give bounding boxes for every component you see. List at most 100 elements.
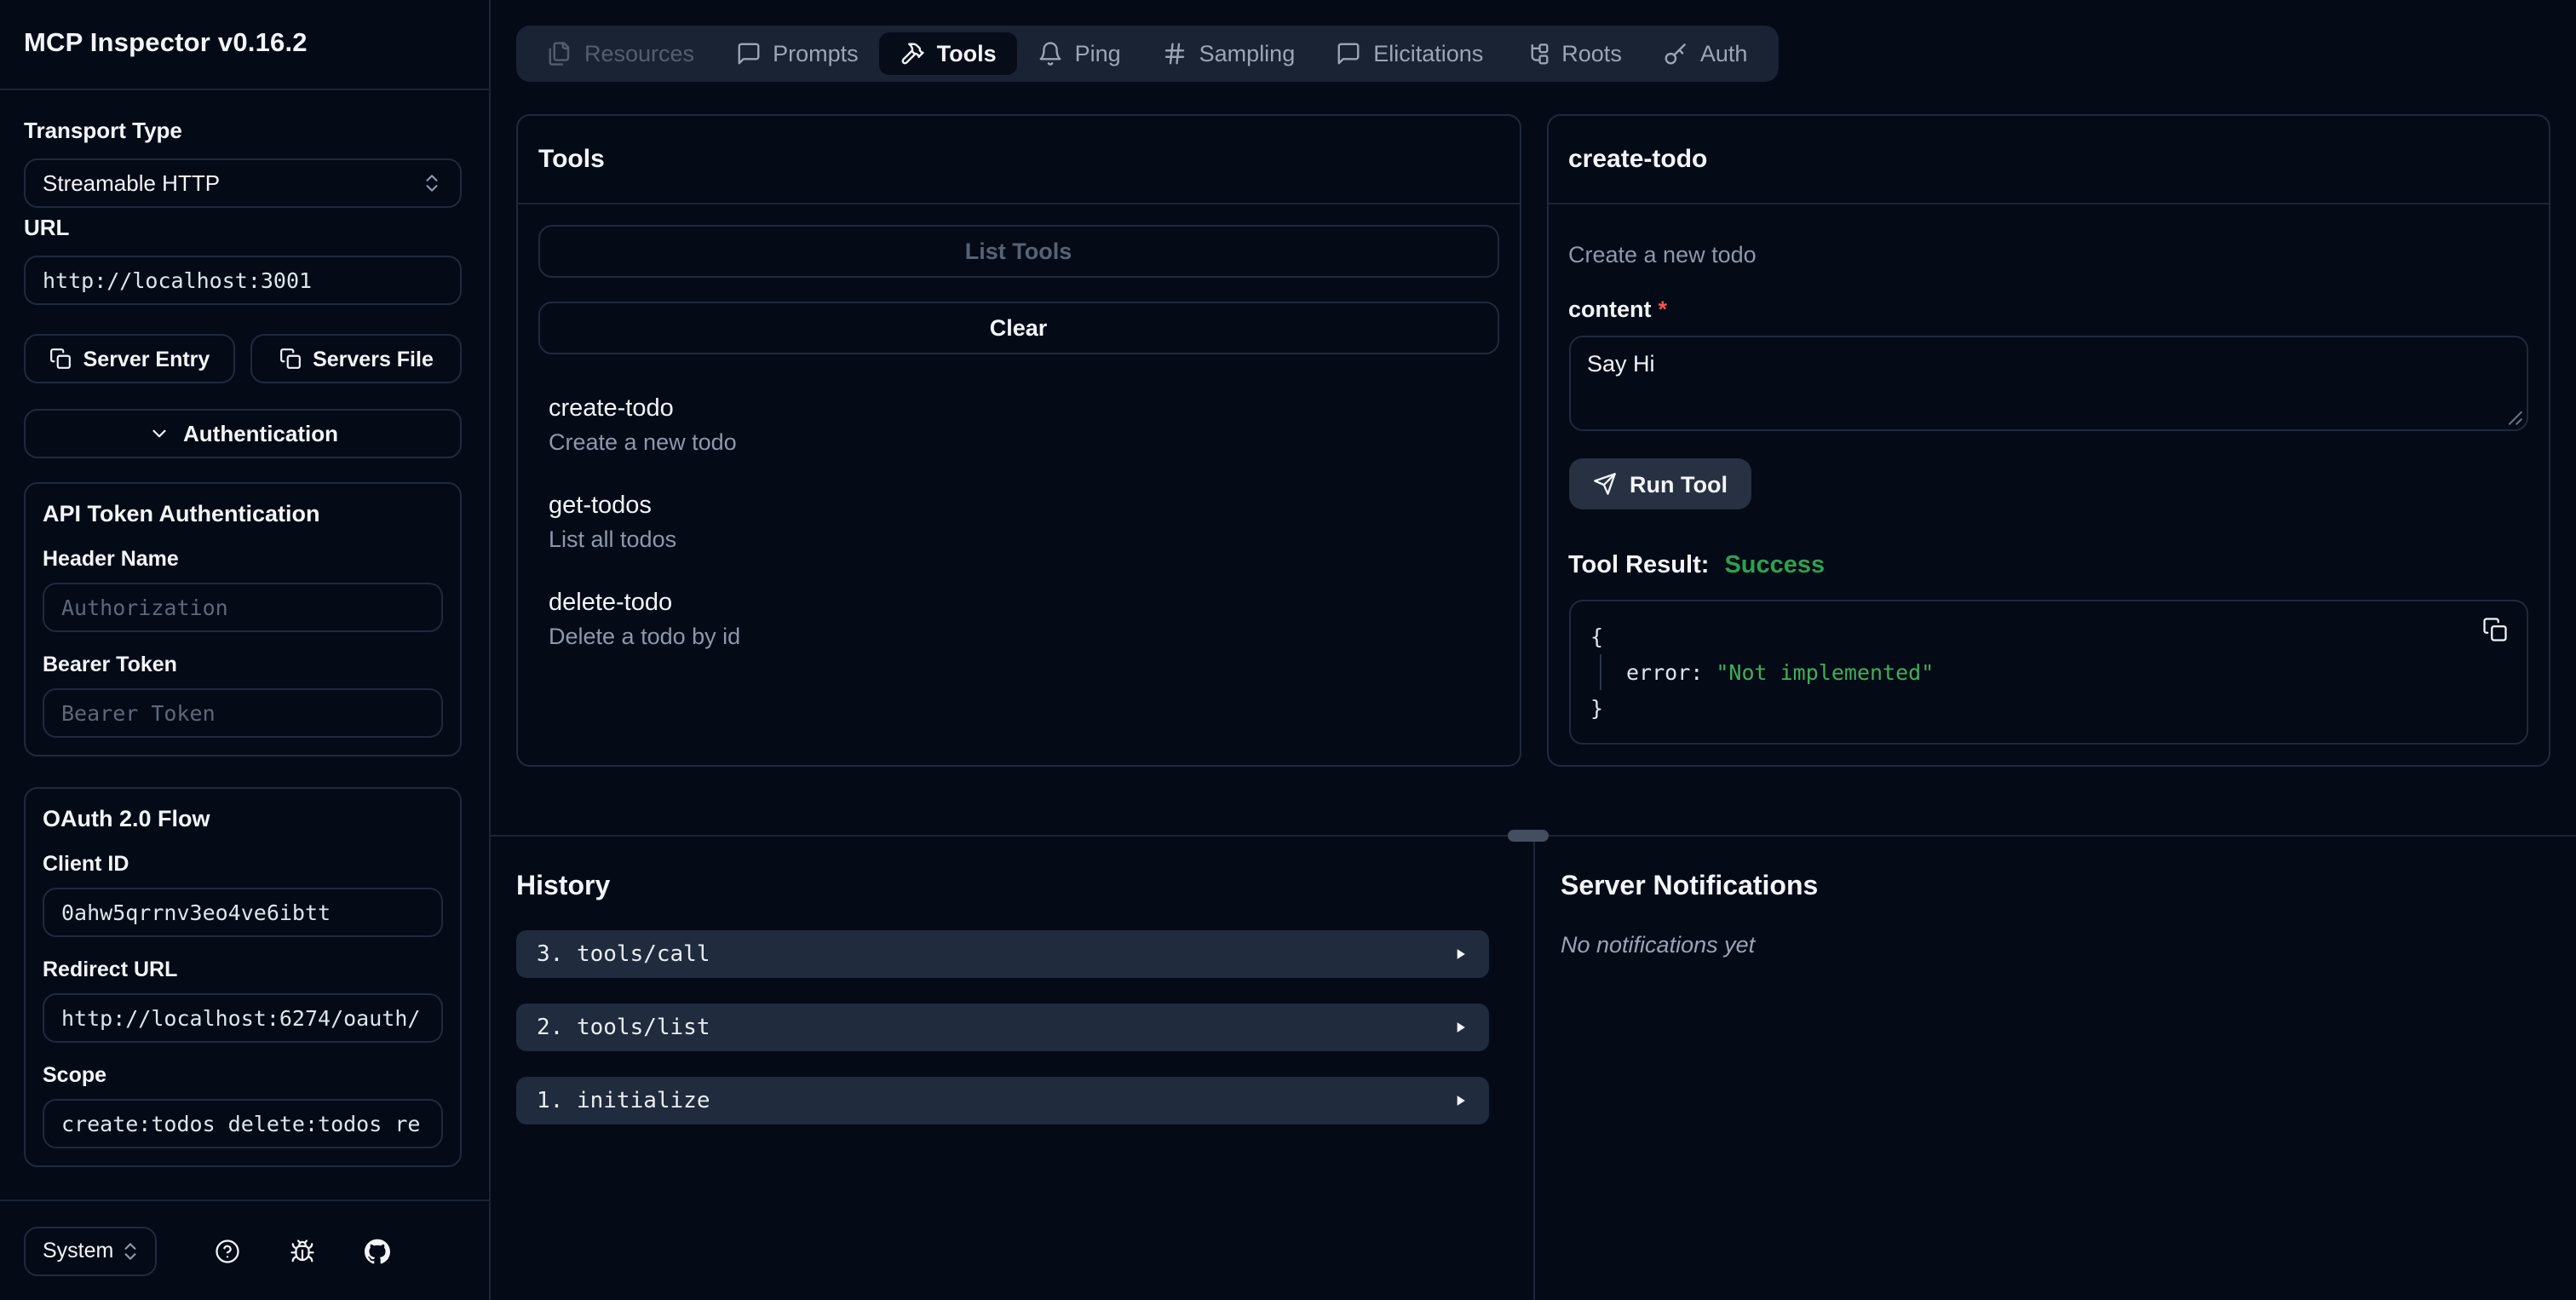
servers-file-label: Servers File bbox=[313, 347, 434, 371]
tools-panel: Tools List Tools Clear create-todo Creat… bbox=[516, 114, 1521, 767]
transport-type-value: Streamable HTTP bbox=[43, 170, 221, 196]
content-label-text: content bbox=[1568, 296, 1652, 322]
servers-file-button[interactable]: Servers File bbox=[250, 334, 462, 383]
tab-resources[interactable]: Resources bbox=[526, 32, 715, 75]
theme-select[interactable]: System bbox=[24, 1226, 157, 1275]
message-square-icon bbox=[737, 43, 759, 65]
expand-play-icon bbox=[1457, 1096, 1465, 1106]
copy-result-button[interactable] bbox=[2482, 617, 2508, 642]
server-notifications-title: Server Notifications bbox=[1561, 872, 1819, 901]
sidebar-header: MCP Inspector v0.16.2 bbox=[0, 0, 489, 90]
list-tools-button[interactable]: List Tools bbox=[538, 225, 1498, 278]
main-area: Resources Prompts Tools Ping Sampling El… bbox=[491, 0, 2576, 1300]
tree-icon bbox=[1530, 43, 1548, 65]
tab-row: Resources Prompts Tools Ping Sampling El… bbox=[491, 0, 2576, 82]
history-title: History bbox=[516, 872, 611, 901]
tool-name: create-todo bbox=[549, 395, 674, 423]
client-id-label: Client ID bbox=[43, 852, 129, 876]
tools-panel-body: List Tools Clear create-todo Create a ne… bbox=[518, 204, 1519, 765]
chevron-down-icon bbox=[152, 429, 165, 438]
splitter-drag-handle[interactable] bbox=[1508, 830, 1549, 842]
history-entry[interactable]: 2. tools/list bbox=[516, 1004, 1489, 1051]
panels-row: Tools List Tools Clear create-todo Creat… bbox=[491, 82, 2576, 767]
tabbar: Resources Prompts Tools Ping Sampling El… bbox=[516, 26, 1779, 82]
redirect-url-input[interactable] bbox=[43, 993, 443, 1043]
history-entry[interactable]: 3. tools/call bbox=[516, 930, 1489, 978]
chevrons-up-down-icon bbox=[426, 175, 438, 192]
content-field-label: content * bbox=[1568, 296, 2528, 322]
api-token-card: API Token Authentication Header Name Bea… bbox=[24, 482, 462, 756]
transport-type-select[interactable]: Streamable HTTP bbox=[24, 158, 462, 208]
history-pane: History 3. tools/call 2. tools/list 1. i… bbox=[491, 837, 1533, 1300]
clear-button[interactable]: Clear bbox=[538, 302, 1498, 354]
server-entry-label: Server Entry bbox=[83, 347, 210, 371]
mcp-inspector-app: MCP Inspector v0.16.2 Transport Type Str… bbox=[0, 0, 2576, 1300]
tool-detail-description: Create a new todo bbox=[1568, 242, 1757, 267]
help-button[interactable] bbox=[215, 1238, 240, 1263]
tab-elicitations[interactable]: Elicitations bbox=[1315, 32, 1504, 75]
copy-icon bbox=[279, 348, 301, 369]
history-list: 3. tools/call 2. tools/list 1. initializ… bbox=[516, 930, 1489, 1125]
tab-prompts[interactable]: Prompts bbox=[715, 32, 879, 75]
copy-icon bbox=[49, 348, 71, 369]
bug-icon bbox=[290, 1239, 314, 1262]
send-icon bbox=[1593, 473, 1615, 495]
horizontal-splitter bbox=[491, 830, 2576, 842]
history-entry[interactable]: 1. initialize bbox=[516, 1077, 1489, 1125]
expand-play-icon bbox=[1457, 1022, 1465, 1033]
tool-list: create-todo Create a new todo get-todos … bbox=[538, 395, 1498, 649]
client-id-input[interactable] bbox=[43, 888, 443, 937]
api-token-heading: API Token Authentication bbox=[43, 501, 320, 526]
tool-description: List all todos bbox=[549, 526, 677, 552]
notifications-empty-text: No notifications yet bbox=[1561, 932, 1756, 958]
scope-input[interactable] bbox=[43, 1099, 443, 1148]
authentication-toggle[interactable]: Authentication bbox=[24, 409, 462, 458]
tool-detail-title: create-todo bbox=[1568, 145, 1708, 174]
tab-label: Ping bbox=[1074, 41, 1121, 66]
hash-icon bbox=[1164, 43, 1184, 65]
header-name-input[interactable] bbox=[43, 583, 443, 632]
bearer-token-label: Bearer Token bbox=[43, 653, 177, 676]
url-input[interactable] bbox=[24, 256, 462, 305]
message-square-icon bbox=[1337, 43, 1360, 65]
tab-auth[interactable]: Auth bbox=[1642, 32, 1768, 75]
run-tool-button[interactable]: Run Tool bbox=[1568, 458, 1751, 509]
content-textarea[interactable]: Say Hi bbox=[1568, 336, 2528, 431]
transport-type-label: Transport Type bbox=[24, 118, 182, 143]
tool-name: get-todos bbox=[549, 492, 652, 520]
history-entry-label: 2. tools/list bbox=[537, 1015, 710, 1040]
tab-tools[interactable]: Tools bbox=[878, 32, 1017, 75]
files-icon bbox=[549, 42, 570, 66]
tool-name: delete-todo bbox=[549, 590, 673, 617]
tool-list-item[interactable]: get-todos List all todos bbox=[549, 492, 1488, 552]
sidebar: MCP Inspector v0.16.2 Transport Type Str… bbox=[0, 0, 491, 1300]
server-entry-button[interactable]: Server Entry bbox=[24, 334, 235, 383]
chevrons-up-down-icon bbox=[124, 1242, 136, 1259]
run-tool-label: Run Tool bbox=[1630, 471, 1728, 497]
history-entry-label: 3. tools/call bbox=[537, 941, 710, 967]
sidebar-footer: System bbox=[0, 1199, 489, 1300]
tool-description: Delete a todo by id bbox=[549, 624, 741, 649]
debug-button[interactable] bbox=[290, 1238, 315, 1263]
tab-label: Auth bbox=[1699, 41, 1748, 66]
help-circle-icon bbox=[216, 1239, 239, 1263]
footer-icons bbox=[215, 1238, 390, 1263]
github-button[interactable] bbox=[365, 1238, 390, 1263]
resize-grip-icon[interactable] bbox=[2506, 409, 2523, 426]
tool-detail-body: Create a new todo content * Say Hi Run T… bbox=[1548, 204, 2549, 765]
json-open-brace: { bbox=[1590, 624, 1604, 649]
tools-panel-header: Tools bbox=[518, 116, 1519, 204]
sidebar-body: Transport Type Streamable HTTP URL Serve… bbox=[0, 90, 489, 1199]
expand-play-icon bbox=[1457, 949, 1465, 959]
tool-detail-panel: create-todo Create a new todo content * … bbox=[1546, 114, 2550, 767]
bearer-token-input[interactable] bbox=[43, 688, 443, 738]
tab-roots[interactable]: Roots bbox=[1504, 32, 1642, 75]
tool-list-item[interactable]: create-todo Create a new todo bbox=[549, 395, 1488, 455]
tool-list-item[interactable]: delete-todo Delete a todo by id bbox=[549, 590, 1488, 649]
json-key: error: bbox=[1626, 659, 1704, 685]
redirect-url-label: Redirect URL bbox=[43, 958, 178, 981]
tab-sampling[interactable]: Sampling bbox=[1141, 32, 1316, 75]
bell-icon bbox=[1039, 42, 1061, 66]
tool-detail-header: create-todo bbox=[1548, 116, 2549, 204]
tab-ping[interactable]: Ping bbox=[1017, 32, 1141, 75]
